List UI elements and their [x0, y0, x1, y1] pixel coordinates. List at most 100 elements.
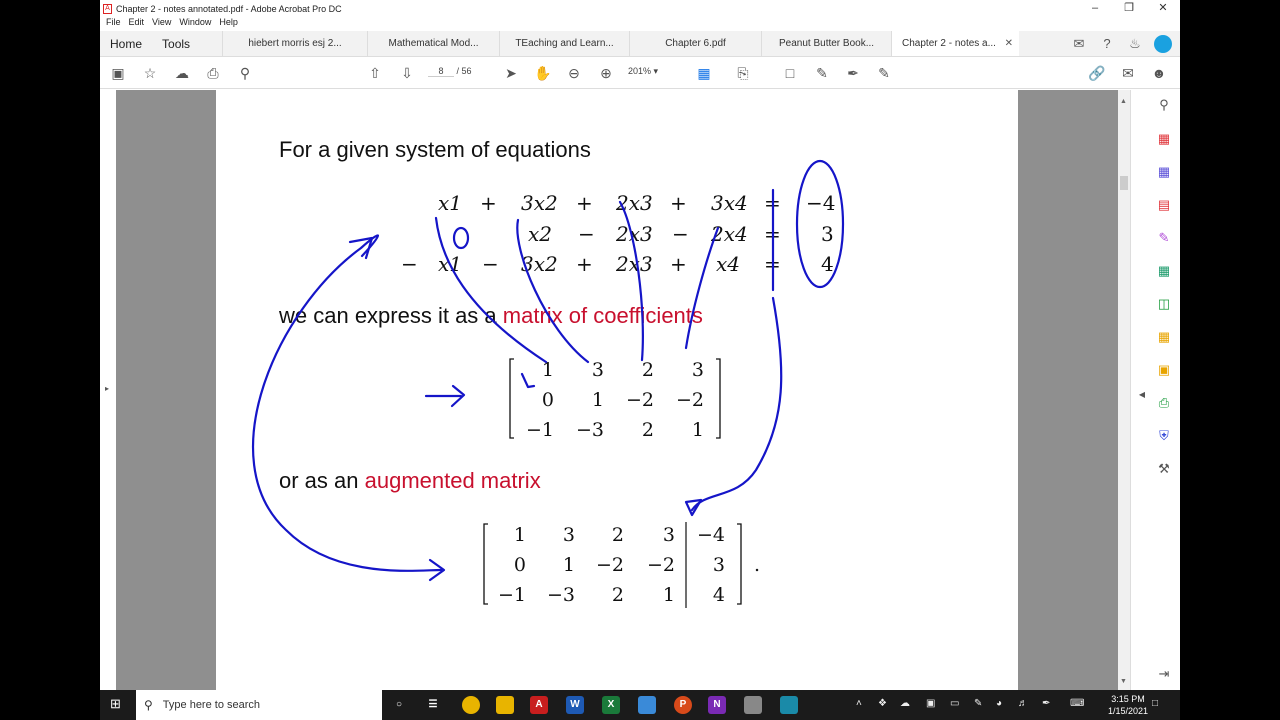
expand-pane-icon[interactable]: ⇥	[1155, 665, 1173, 683]
compare-files-icon[interactable]: ◫	[1155, 295, 1173, 313]
doc-tab-1[interactable]: hiebert morris esj 2...	[222, 31, 367, 56]
page-number-input[interactable]: 8	[428, 66, 454, 77]
battery-icon[interactable]: ▭	[950, 698, 959, 709]
more-tools-icon[interactable]: ⚒	[1155, 460, 1173, 478]
onenote-icon[interactable]: N	[708, 696, 726, 714]
clock-date: 1/15/2021	[1107, 706, 1148, 716]
aug-cell: −4	[697, 524, 725, 546]
minimize-button[interactable]: –	[1078, 0, 1112, 17]
zoom-in-icon[interactable]: ⊕	[596, 63, 616, 83]
fill-sign-tool-icon[interactable]: ▦	[1155, 328, 1173, 346]
combine-files-icon[interactable]: ▦	[1155, 262, 1173, 280]
menu-file[interactable]: File	[106, 17, 121, 31]
doc-tab-label: hiebert morris esj 2...	[248, 38, 342, 49]
page-fit-icon[interactable]: ▦	[694, 63, 714, 83]
dropbox-icon[interactable]: ❖	[878, 698, 887, 709]
bookmark-star-icon[interactable]: ☆	[140, 63, 160, 83]
menu-help[interactable]: Help	[219, 17, 238, 31]
share-link-icon[interactable]: 🔗	[1087, 63, 1107, 83]
file-explorer-icon[interactable]	[496, 696, 514, 714]
volume-icon[interactable]: ♬	[1018, 698, 1028, 709]
acrobat-taskbar-icon[interactable]: A	[530, 696, 548, 714]
keyboard-icon[interactable]: ⌨	[1070, 698, 1084, 709]
notification-bell-icon[interactable]: ♨	[1126, 35, 1144, 53]
doc-tab-2[interactable]: Mathematical Mod...	[367, 31, 499, 56]
page-down-icon[interactable]: ⇩	[397, 63, 417, 83]
select-cursor-icon[interactable]: ➤	[501, 63, 521, 83]
doc-tab-4[interactable]: Chapter 6.pdf	[629, 31, 761, 56]
wifi-icon[interactable]: ◕	[996, 698, 1002, 709]
collapse-pane-icon[interactable]: ◀	[1133, 386, 1151, 404]
doc-tab-active[interactable]: Chapter 2 - notes a... ✕	[891, 31, 1020, 56]
notifications-icon[interactable]: □	[1152, 698, 1158, 709]
pdf-page[interactable]: For a given system of equations x1 + 3x2…	[216, 90, 1018, 690]
comment-icon[interactable]: □	[780, 63, 800, 83]
word-icon[interactable]: W	[566, 696, 584, 714]
zoom-out-icon[interactable]: ⊖	[564, 63, 584, 83]
doc-tab-5[interactable]: Peanut Butter Book...	[761, 31, 891, 56]
menu-bar: File Edit View Window Help	[100, 17, 1180, 31]
close-tab-icon[interactable]: ✕	[1005, 38, 1013, 49]
taskbar-search-box[interactable]: ⚲ Type here to search	[136, 690, 382, 720]
windows-start-icon[interactable]: ⊞	[110, 697, 124, 711]
vertical-scrollbar[interactable]: ▲ ▼	[1118, 90, 1130, 690]
zoom-search-icon[interactable]: ⚲	[235, 63, 255, 83]
photos-icon[interactable]	[638, 696, 656, 714]
menu-window[interactable]: Window	[179, 17, 211, 31]
intro-text: For a given system of equations	[279, 137, 591, 162]
clock-time: 3:15 PM	[1111, 694, 1145, 704]
pen-icon[interactable]: ✎	[974, 698, 982, 709]
tab-tools[interactable]: Tools	[152, 31, 222, 56]
zoom-level-dropdown[interactable]: 201% ▾	[628, 66, 658, 77]
email-icon[interactable]: ✉	[1118, 63, 1138, 83]
highlight-pen-icon[interactable]: ✎	[812, 63, 832, 83]
comment-bubble-icon[interactable]: ✉	[1070, 35, 1088, 53]
scroll-down-icon[interactable]: ▼	[1120, 678, 1127, 685]
page-up-icon[interactable]: ⇧	[365, 63, 385, 83]
avatar[interactable]	[1154, 35, 1172, 53]
save-icon[interactable]: ▣	[108, 63, 128, 83]
expand-left-icon[interactable]: ▸	[105, 384, 109, 393]
comment-tool-icon[interactable]: ▣	[1155, 361, 1173, 379]
sign-icon[interactable]: ✒	[843, 63, 863, 83]
document-area[interactable]: ▸ For a given system of equations x1 + 3…	[100, 90, 1120, 690]
security-icon[interactable]: ▣	[926, 698, 935, 709]
tray-chevron-icon[interactable]: ˄	[856, 698, 862, 709]
add-user-icon[interactable]: ☻	[1149, 63, 1169, 83]
edit-pdf-icon[interactable]: ✎	[1155, 229, 1173, 247]
help-icon[interactable]: ?	[1098, 35, 1116, 53]
onedrive-icon[interactable]: ☁	[900, 698, 910, 709]
print-icon[interactable]: ⎙	[203, 63, 223, 83]
fill-sign-icon[interactable]: ✎	[874, 63, 894, 83]
menu-edit[interactable]: Edit	[129, 17, 145, 31]
tab-home[interactable]: Home	[100, 31, 152, 56]
cloud-upload-icon[interactable]: ☁	[172, 63, 192, 83]
create-pdf-icon[interactable]: ▦	[1155, 130, 1173, 148]
menu-view[interactable]: View	[152, 17, 171, 31]
hand-tool-icon[interactable]: ✋	[533, 63, 553, 83]
export-pdf-icon[interactable]: ▦	[1155, 163, 1173, 181]
search-icon[interactable]: ⚲	[1155, 96, 1173, 114]
pen-workspace-icon[interactable]: ✒	[1042, 698, 1050, 709]
scroll-mode-icon[interactable]: ⎘	[733, 63, 753, 83]
taskbar-clock[interactable]: 3:15 PM 1/15/2021	[1108, 693, 1148, 717]
app-icon[interactable]	[744, 696, 762, 714]
left-panel-toggle[interactable]: ▸	[100, 90, 116, 690]
protect-shield-icon[interactable]: ⛨	[1155, 427, 1173, 445]
zoom-level-value: 201%	[628, 66, 652, 76]
maximize-button[interactable]: ❐	[1112, 0, 1146, 17]
organize-pages-icon[interactable]: ▤	[1155, 196, 1173, 214]
zoom-app-icon[interactable]	[780, 696, 798, 714]
powerpoint-icon[interactable]: P	[674, 696, 692, 714]
scroll-up-icon[interactable]: ▲	[1120, 98, 1127, 105]
doc-tab-3[interactable]: TEaching and Learn...	[499, 31, 629, 56]
coef-cell: −3	[576, 419, 604, 441]
close-window-button[interactable]: ✕	[1146, 0, 1180, 17]
cortana-icon[interactable]: ○	[390, 696, 408, 714]
task-view-icon[interactable]: ☰	[424, 696, 442, 714]
chrome-icon[interactable]	[462, 696, 480, 714]
print-production-icon[interactable]: ⎙	[1155, 394, 1173, 412]
excel-icon[interactable]: X	[602, 696, 620, 714]
scroll-thumb[interactable]	[1120, 176, 1128, 190]
coef-cell: −2	[676, 389, 704, 411]
